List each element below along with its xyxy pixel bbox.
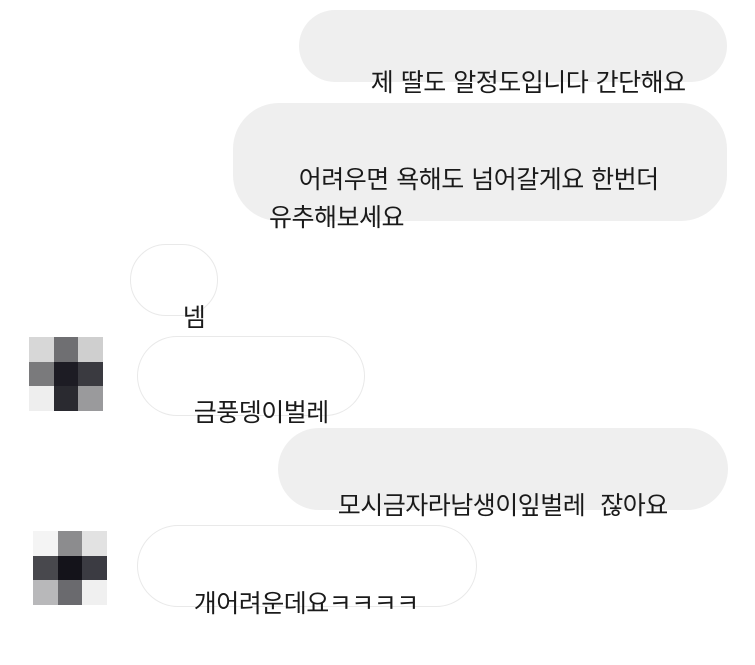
- received-message-bubble[interactable]: 넴: [130, 244, 218, 332]
- sent-message-bubble[interactable]: 제 딸도 알정도입니다 간단해요: [299, 10, 727, 97]
- message-text: 넴: [182, 303, 206, 332]
- message-text: 제 딸도 알정도입니다 간단해요: [370, 68, 686, 97]
- chat-thread: 제 딸도 알정도입니다 간단해요 어려우면 욕해도 넘어갈게요 한번더 유추해보…: [0, 0, 755, 665]
- sent-message-bubble[interactable]: 어려우면 욕해도 넘어갈게요 한번더 유추해보세요: [233, 103, 727, 232]
- pixelated-profile-icon: [33, 531, 58, 556]
- received-message-bubble[interactable]: 개어려운데요ㅋㅋㅋㅋ: [137, 525, 477, 618]
- sent-message-bubble[interactable]: 모시금자라남생이잎벌레 잖아요: [278, 428, 728, 520]
- sender-avatar[interactable]: [33, 531, 107, 605]
- received-message-bubble[interactable]: 금풍뎅이벌레: [137, 336, 365, 427]
- pixelated-profile-icon: [29, 337, 54, 362]
- sender-avatar[interactable]: [29, 337, 103, 411]
- message-text: 개어려운데요ㅋㅋㅋㅋ: [193, 589, 420, 618]
- message-text: 어려우면 욕해도 넘어갈게요 한번더 유추해보세요: [269, 165, 659, 232]
- message-text: 금풍뎅이벌레: [193, 398, 330, 427]
- message-text: 모시금자라남생이잎벌레 잖아요: [337, 491, 668, 520]
